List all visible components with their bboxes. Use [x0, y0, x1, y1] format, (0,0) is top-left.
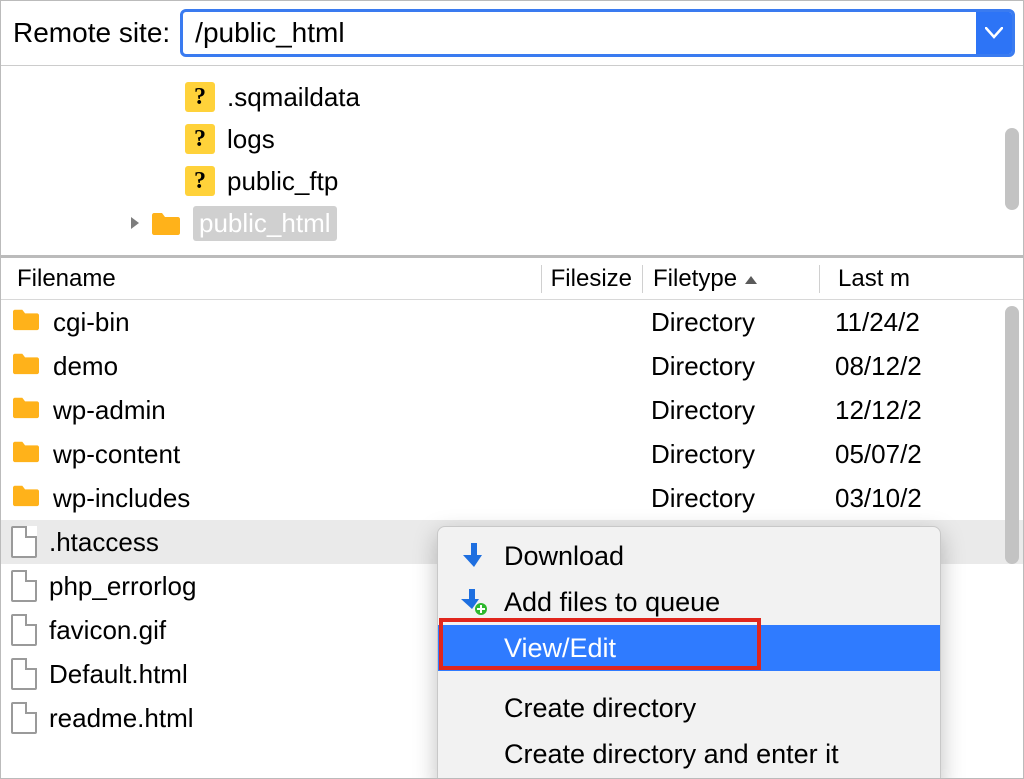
- folder-icon: [11, 394, 41, 427]
- file-type: Directory: [641, 307, 817, 338]
- file-icon: [11, 658, 37, 690]
- file-date: 11/24/2: [817, 307, 1023, 338]
- context-menu-label: Create directory: [504, 693, 696, 724]
- file-date: 12/12/2: [817, 395, 1023, 426]
- file-name: favicon.gif: [49, 615, 166, 646]
- remote-site-combo[interactable]: [180, 9, 1015, 57]
- remote-site-dropdown-button[interactable]: [976, 12, 1012, 54]
- file-name: Default.html: [49, 659, 188, 690]
- file-icon: [11, 570, 37, 602]
- file-icon: [11, 702, 37, 734]
- add-to-queue-icon: [460, 588, 488, 616]
- file-name: wp-includes: [53, 483, 190, 514]
- context-menu-label: Create directory and enter it: [504, 739, 839, 770]
- file-name: wp-admin: [53, 395, 166, 426]
- file-icon: [11, 614, 37, 646]
- tree-item-label: public_html: [193, 206, 337, 241]
- context-menu-label: View/Edit: [504, 633, 616, 664]
- tree-item-label: public_ftp: [227, 166, 338, 197]
- folder-icon: [11, 306, 41, 339]
- file-name: readme.html: [49, 703, 194, 734]
- tree-item[interactable]: ? .sqmaildata: [1, 76, 1023, 118]
- disclosure-triangle-icon[interactable]: [121, 215, 149, 231]
- file-type: Directory: [641, 483, 817, 514]
- file-type: Directory: [641, 439, 817, 470]
- folder-icon: [11, 350, 41, 383]
- file-row[interactable]: wp-includes Directory 03/10/2: [1, 476, 1023, 520]
- file-name: .htaccess: [49, 527, 159, 558]
- folder-icon: [11, 438, 41, 471]
- file-name: php_errorlog: [49, 571, 196, 602]
- remote-site-row: Remote site:: [1, 1, 1023, 66]
- context-menu-label: Add files to queue: [504, 587, 720, 618]
- file-date: 08/12/2: [817, 351, 1023, 382]
- unknown-folder-icon: ?: [185, 82, 215, 112]
- tree-item[interactable]: ? public_ftp: [1, 160, 1023, 202]
- file-date: 03/10/2: [817, 483, 1023, 514]
- remote-site-label: Remote site:: [13, 17, 170, 49]
- file-list-body[interactable]: cgi-bin Directory 11/24/2 demo Directory…: [1, 300, 1023, 778]
- file-row[interactable]: wp-content Directory 05/07/2: [1, 432, 1023, 476]
- context-menu-label: Download: [504, 541, 624, 572]
- file-icon: [11, 526, 37, 558]
- tree-item-label: .sqmaildata: [227, 82, 360, 113]
- folder-icon: [11, 482, 41, 515]
- file-name: cgi-bin: [53, 307, 130, 338]
- unknown-folder-icon: ?: [185, 124, 215, 154]
- chevron-down-icon: [985, 27, 1003, 39]
- file-type: Directory: [641, 351, 817, 382]
- tree-scrollbar[interactable]: [1005, 128, 1019, 210]
- context-menu-add-to-queue[interactable]: Add files to queue: [438, 579, 940, 625]
- list-scrollbar[interactable]: [1005, 306, 1019, 564]
- tree-item[interactable]: ? logs: [1, 118, 1023, 160]
- column-header-filename[interactable]: Filename: [1, 265, 541, 293]
- file-name: demo: [53, 351, 118, 382]
- context-menu-create-directory[interactable]: Create directory: [438, 685, 940, 731]
- sort-ascending-icon: [743, 265, 759, 293]
- file-row[interactable]: demo Directory 08/12/2: [1, 344, 1023, 388]
- file-list-header: Filename Filesize Filetype Last m: [1, 258, 1023, 300]
- file-date: 05/07/2: [817, 439, 1023, 470]
- column-header-lastmodified[interactable]: Last m: [820, 265, 1023, 293]
- unknown-folder-icon: ?: [185, 166, 215, 196]
- file-row[interactable]: cgi-bin Directory 11/24/2: [1, 300, 1023, 344]
- remote-site-input[interactable]: [183, 12, 976, 54]
- context-menu: Download Add files to queue View/Edit: [437, 526, 941, 778]
- tree-item-label: logs: [227, 124, 275, 155]
- column-header-filesize[interactable]: Filesize: [542, 265, 642, 293]
- remote-file-list: Filename Filesize Filetype Last m cgi-bi…: [1, 258, 1023, 778]
- folder-icon: [149, 206, 183, 240]
- column-header-filetype-label: Filetype: [653, 265, 737, 293]
- file-name: wp-content: [53, 439, 180, 470]
- context-menu-view-edit[interactable]: View/Edit: [438, 625, 940, 671]
- remote-tree-pane[interactable]: ? .sqmaildata ? logs ? public_ftp public…: [1, 66, 1023, 258]
- context-menu-create-directory-enter[interactable]: Create directory and enter it: [438, 731, 940, 777]
- tree-item-selected[interactable]: public_html: [1, 202, 1023, 244]
- column-header-filetype[interactable]: Filetype: [643, 265, 819, 293]
- file-type: Directory: [641, 395, 817, 426]
- download-icon: [460, 542, 488, 570]
- context-menu-download[interactable]: Download: [438, 533, 940, 579]
- file-row[interactable]: wp-admin Directory 12/12/2: [1, 388, 1023, 432]
